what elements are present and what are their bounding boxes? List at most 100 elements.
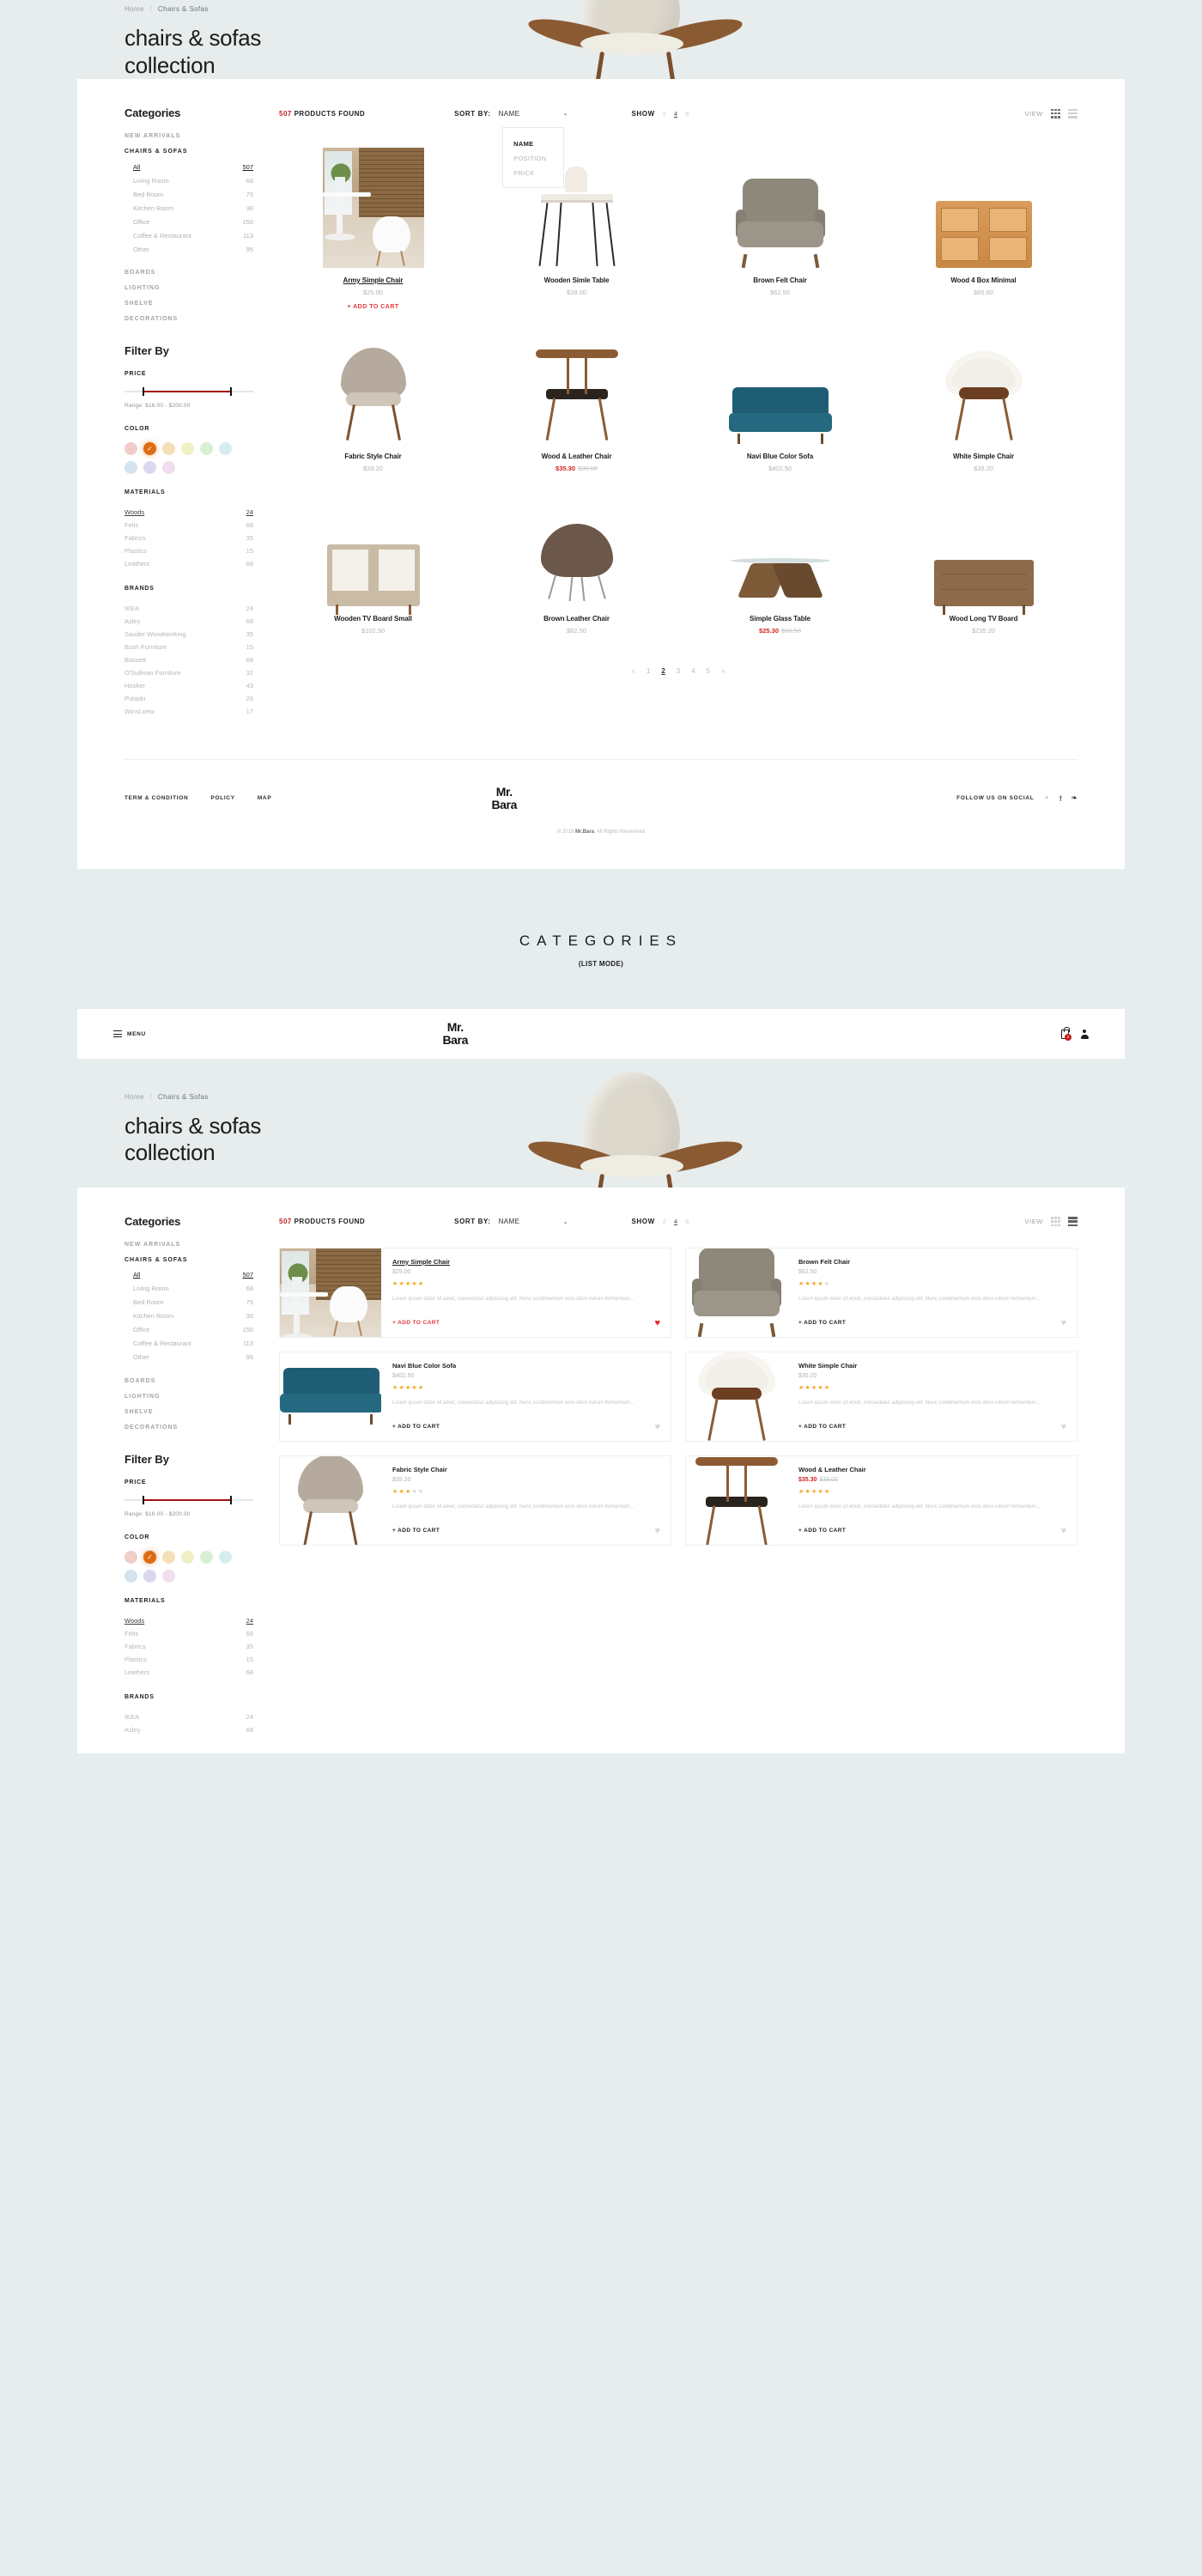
- product-card[interactable]: Fabric Style Chair $39.20: [279, 315, 467, 472]
- brand-item[interactable]: Asley 68: [124, 615, 253, 628]
- material-item[interactable]: Fabrics 35: [124, 1640, 253, 1653]
- show-option-6[interactable]: 6: [685, 110, 689, 118]
- color-swatch-selected[interactable]: ✓: [143, 1550, 156, 1564]
- list-item[interactable]: Fabric Style Chair $39.20 ★★★★★ Lorem ip…: [279, 1455, 671, 1546]
- subcategory-item[interactable]: Office 150: [133, 215, 253, 228]
- product-name[interactable]: Fabric Style Chair: [392, 1466, 660, 1473]
- footer-link-map[interactable]: MAP: [258, 795, 272, 801]
- pagination-page-3[interactable]: 3: [677, 667, 680, 675]
- add-to-cart-button[interactable]: + ADD TO CART: [798, 1320, 846, 1326]
- subcategory-item[interactable]: Living Room 68: [133, 173, 253, 187]
- user-account-icon[interactable]: [1080, 1029, 1089, 1039]
- material-item[interactable]: Leathers 68: [124, 557, 253, 570]
- color-swatch[interactable]: [162, 1569, 175, 1583]
- pagination-next[interactable]: »: [721, 667, 725, 675]
- sort-option-position[interactable]: POSITION: [503, 151, 563, 166]
- material-item[interactable]: Woods 24: [124, 1614, 253, 1627]
- list-item[interactable]: Wood & Leather Chair $35.30 $39.00 ★★★★★ …: [685, 1455, 1078, 1546]
- subcategory-item[interactable]: All 507: [133, 160, 253, 173]
- sidebar-group-chairs-sofas[interactable]: CHAIRS & SOFAS: [124, 1257, 253, 1263]
- favorite-heart-icon[interactable]: ♥: [1060, 1526, 1066, 1536]
- subcategory-item[interactable]: Coffee & Restaurant 113: [133, 228, 253, 242]
- brand-item[interactable]: Sauder Woodworking 35: [124, 628, 253, 641]
- color-swatch[interactable]: [219, 1550, 232, 1564]
- product-name[interactable]: Army Simple Chair: [279, 276, 467, 284]
- show-option-4[interactable]: 4: [674, 110, 677, 118]
- show-option-4[interactable]: 4: [674, 1218, 677, 1225]
- show-option-6[interactable]: 6: [685, 1218, 689, 1225]
- list-item[interactable]: White Simple Chair $35.20 ★★★★★ Lorem ip…: [685, 1351, 1078, 1442]
- grid-view-icon[interactable]: [1051, 1217, 1060, 1227]
- subcategory-item[interactable]: All 507: [133, 1268, 253, 1282]
- subcategory-item[interactable]: Kitchen Room 30: [133, 1309, 253, 1323]
- list-item[interactable]: Army Simple Chair $25.00 ★★★★★ Lorem ips…: [279, 1247, 671, 1338]
- favorite-heart-icon[interactable]: ♥: [1060, 1422, 1066, 1432]
- sidebar-group-chairs-sofas[interactable]: CHAIRS & SOFAS: [124, 149, 253, 155]
- favorite-heart-icon[interactable]: ♥: [654, 1422, 660, 1432]
- color-swatch[interactable]: [200, 442, 213, 455]
- material-item[interactable]: Felts 68: [124, 519, 253, 532]
- menu-button[interactable]: MENU: [113, 1030, 146, 1038]
- color-swatch[interactable]: [181, 442, 194, 455]
- add-to-cart-button[interactable]: + ADD TO CART: [392, 1320, 440, 1326]
- brand-item[interactable]: O'Sullivan Furniture 32: [124, 666, 253, 679]
- price-slider-handle-min[interactable]: [143, 387, 144, 396]
- list-item[interactable]: Brown Felt Chair $62.50 ★★★★★ Lorem ipsu…: [685, 1247, 1078, 1338]
- product-name[interactable]: Wooden Simle Table: [483, 276, 671, 284]
- sidebar-group-lighting[interactable]: LIGHTING: [124, 285, 253, 291]
- product-card[interactable]: Brown Leather Chair $82.50: [483, 477, 671, 635]
- sort-selected-value[interactable]: NAME: [499, 110, 555, 118]
- brand-item[interactable]: Pulaski 26: [124, 692, 253, 705]
- facebook-icon[interactable]: f: [1059, 794, 1062, 803]
- color-swatch[interactable]: [162, 1550, 175, 1564]
- product-name[interactable]: White Simple Chair: [798, 1362, 1066, 1370]
- add-to-cart-button[interactable]: + ADD TO CART: [798, 1424, 846, 1430]
- color-swatch[interactable]: [124, 461, 137, 474]
- list-view-icon[interactable]: [1068, 108, 1078, 118]
- product-card[interactable]: Wood & Leather Chair $35.30 $39.00: [483, 315, 671, 472]
- pagination-page-2-current[interactable]: 2: [661, 667, 665, 675]
- product-card[interactable]: Army Simple Chair $25.00 + ADD TO CART: [279, 139, 467, 310]
- brand-item[interactable]: Bush Furniture 15: [124, 641, 253, 653]
- color-swatch[interactable]: [124, 442, 137, 455]
- sidebar-group-decorations[interactable]: DECORATIONS: [124, 316, 253, 322]
- material-item[interactable]: Leathers 68: [124, 1666, 253, 1679]
- product-name[interactable]: Army Simple Chair: [392, 1258, 660, 1266]
- pagination-page-4[interactable]: 4: [691, 667, 695, 675]
- subcategory-item[interactable]: Bed Room 75: [133, 1296, 253, 1309]
- price-slider-handle-max[interactable]: [230, 1495, 232, 1504]
- product-card[interactable]: Wood Long TV Board $235.20: [889, 477, 1078, 635]
- product-card[interactable]: Simple Glass Table $25.30 $36.50: [686, 477, 874, 635]
- product-name[interactable]: Simple Glass Table: [686, 615, 874, 623]
- product-card[interactable]: White Simple Chair $35.20: [889, 315, 1078, 472]
- add-to-cart-button[interactable]: + ADD TO CART: [798, 1528, 846, 1534]
- brand-item[interactable]: IKEA 24: [124, 1710, 253, 1723]
- sidebar-group-shelve[interactable]: SHELVE: [124, 301, 253, 307]
- footer-logo[interactable]: Mr. Bara: [491, 786, 517, 811]
- breadcrumb-home[interactable]: Home: [124, 5, 144, 13]
- color-swatch[interactable]: [162, 442, 175, 455]
- subcategory-item[interactable]: Office 150: [133, 1323, 253, 1337]
- color-swatch[interactable]: [181, 1550, 194, 1564]
- subcategory-item[interactable]: Bed Room 75: [133, 187, 253, 201]
- brand-item[interactable]: Bassett 68: [124, 653, 253, 666]
- footer-link-policy[interactable]: POLICY: [210, 795, 234, 801]
- material-item[interactable]: Plastics 15: [124, 1653, 253, 1666]
- rss-icon[interactable]: ❧: [1071, 793, 1078, 803]
- sidebar-group-shelve[interactable]: SHELVE: [124, 1409, 253, 1415]
- chevron-down-icon[interactable]: ⌄: [563, 1218, 568, 1225]
- color-swatch[interactable]: [124, 1569, 137, 1583]
- material-item[interactable]: Plastics 15: [124, 544, 253, 557]
- product-name[interactable]: Brown Leather Chair: [483, 615, 671, 623]
- sort-dropdown-menu[interactable]: NAME POSITION PRICE: [502, 126, 565, 188]
- sidebar-group-lighting[interactable]: LIGHTING: [124, 1394, 253, 1400]
- subcategory-item[interactable]: Kitchen Room 30: [133, 201, 253, 215]
- color-swatch[interactable]: [162, 461, 175, 474]
- sort-selected-value[interactable]: NAME: [499, 1218, 555, 1225]
- pagination-page-1[interactable]: 1: [647, 667, 650, 675]
- add-to-cart-button[interactable]: + ADD TO CART: [392, 1528, 440, 1534]
- sort-control[interactable]: SORT BY: NAME ⌄ NAME POSITION PRICE: [454, 110, 568, 188]
- breadcrumb-home[interactable]: Home: [124, 1093, 144, 1101]
- sidebar-group-new-arrivals[interactable]: NEW ARRIVALS: [124, 133, 253, 139]
- list-item[interactable]: Navi Blue Color Sofa $402.50 ★★★★★ Lorem…: [279, 1351, 671, 1442]
